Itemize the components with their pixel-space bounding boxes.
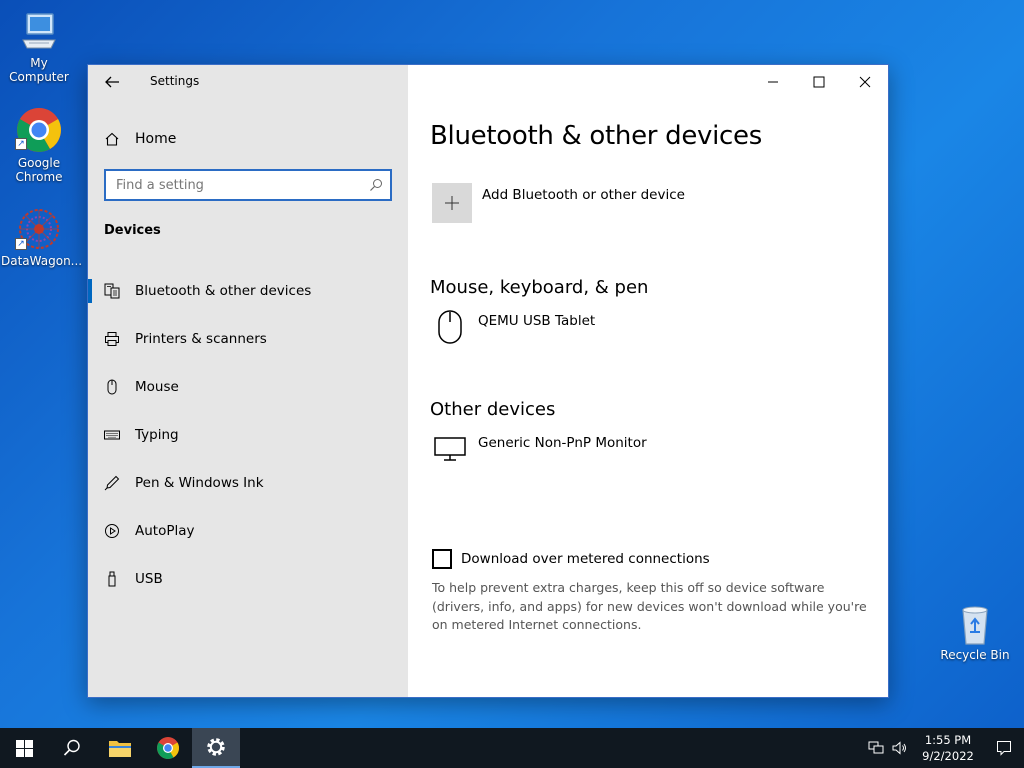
gear-icon [207,738,225,756]
plus-icon [432,183,472,223]
clock-date: 9/2/2022 [922,749,974,763]
clock-time: 1:55 PM [924,733,972,747]
usb-icon [104,571,120,587]
maximize-icon [813,76,825,88]
taskbar-file-explorer[interactable] [96,728,144,768]
device-name: Generic Non-PnP Monitor [478,435,647,451]
page-title: Bluetooth & other devices [430,121,762,151]
back-button[interactable] [102,72,122,92]
title-bar[interactable]: Settings [88,65,408,99]
back-arrow-icon [105,76,119,88]
desktop-icon-label: Recycle Bin [940,648,1010,662]
desktop-icon-google-chrome[interactable]: ↗ Google Chrome [1,106,77,184]
group-title-mouse-keyboard-pen: Mouse, keyboard, & pen [430,277,649,298]
device-item-qemu-usb-tablet[interactable]: QEMU USB Tablet [432,309,595,345]
computer-icon [22,13,56,49]
shortcut-arrow-icon: ↗ [15,238,27,250]
device-item-generic-monitor[interactable]: Generic Non-PnP Monitor [432,431,647,467]
search-button[interactable] [48,728,96,768]
desktop-icon-label: DataWagon... [1,254,83,268]
taskbar-settings[interactable] [192,728,240,768]
search-icon[interactable] [369,178,383,192]
mouse-icon [432,309,468,345]
metered-connections-option[interactable]: Download over metered connections [432,549,710,569]
window-controls [750,65,888,99]
desktop-icon-my-computer[interactable]: My Computer [1,10,77,84]
add-device-label: Add Bluetooth or other device [482,187,685,203]
mouse-icon [104,379,120,395]
sidebar-item-label: Mouse [135,379,179,395]
sidebar-item-mouse[interactable]: Mouse [88,363,408,411]
app-title: Settings [150,74,200,88]
start-button[interactable] [0,728,48,768]
desktop-icon-recycle-bin[interactable]: Recycle Bin [937,602,1013,662]
sidebar-item-bluetooth[interactable]: Bluetooth & other devices [88,267,408,315]
autoplay-icon [104,523,120,539]
search-input[interactable] [106,171,356,199]
minimize-button[interactable] [750,65,796,99]
pen-icon [104,475,120,491]
action-center-button[interactable] [984,728,1024,768]
printer-icon [104,331,120,347]
recycle-bin-icon [962,606,988,645]
metered-checkbox[interactable] [432,549,452,569]
volume-icon[interactable] [888,728,912,768]
search-icon [63,739,80,756]
bluetooth-devices-icon [104,283,120,299]
chrome-icon [157,737,179,759]
sidebar-item-printers[interactable]: Printers & scanners [88,315,408,363]
search-box[interactable] [104,169,392,201]
sidebar-item-typing[interactable]: Typing [88,411,408,459]
folder-icon [109,741,131,757]
sidebar-item-label: Printers & scanners [135,331,267,347]
windows-logo-icon [15,739,33,757]
content-pane: Bluetooth & other devices Add Bluetooth … [408,65,888,697]
notification-icon [997,741,1011,756]
desktop-icon-label: My Computer [9,56,69,84]
device-name: QEMU USB Tablet [478,313,596,329]
sidebar-nav: Bluetooth & other devices Printers & sca… [88,267,408,603]
sidebar-item-pen[interactable]: Pen & Windows Ink [88,459,408,507]
desktop-icon-label: Google Chrome [15,156,63,184]
keyboard-icon [104,427,120,443]
section-heading: Devices [104,223,161,238]
desktop-icon-datawagon[interactable]: ↗ DataWagon... [1,206,82,268]
settings-window: Settings Home Devices [87,64,889,698]
sidebar-item-label: Typing [135,427,179,443]
monitor-icon [432,431,468,467]
close-icon [859,76,871,88]
group-title-other-devices: Other devices [430,399,556,420]
sidebar-item-label: USB [135,571,163,587]
metered-label: Download over metered connections [461,551,710,567]
taskbar-chrome[interactable] [144,728,192,768]
maximize-button[interactable] [796,65,842,99]
sidebar-item-label: AutoPlay [135,523,195,539]
sidebar-item-label: Home [135,131,177,147]
sidebar: Settings Home Devices [88,65,408,697]
sidebar-item-label: Bluetooth & other devices [135,283,312,299]
clock[interactable]: 1:55 PM 9/2/2022 [912,732,984,764]
network-icon[interactable] [864,728,888,768]
home-icon [105,132,119,146]
sidebar-item-home[interactable]: Home [104,129,176,149]
system-tray: 1:55 PM 9/2/2022 [864,728,1024,768]
minimize-icon [768,81,778,83]
sidebar-item-usb[interactable]: USB [88,555,408,603]
taskbar: 1:55 PM 9/2/2022 [0,728,1024,768]
sidebar-item-label: Pen & Windows Ink [135,475,264,491]
close-button[interactable] [842,65,888,99]
add-device-button[interactable]: Add Bluetooth or other device [432,183,685,223]
sidebar-item-autoplay[interactable]: AutoPlay [88,507,408,555]
metered-description: To help prevent extra charges, keep this… [432,580,867,632]
shortcut-arrow-icon: ↗ [15,138,27,150]
